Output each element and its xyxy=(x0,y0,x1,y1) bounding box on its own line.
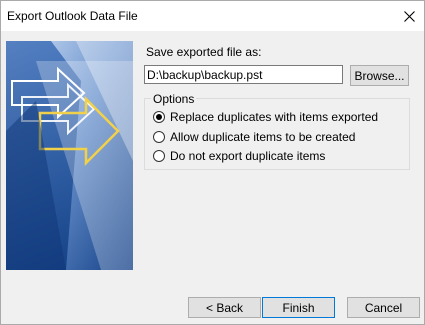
save-as-label: Save exported file as: xyxy=(146,45,262,59)
radio-button-checked[interactable] xyxy=(153,111,165,123)
radio-button[interactable] xyxy=(153,131,165,143)
radio-button[interactable] xyxy=(153,150,165,162)
back-button[interactable]: < Back xyxy=(188,297,261,318)
options-legend: Options xyxy=(151,92,197,106)
radio-replace-duplicates[interactable]: Replace duplicates with items exported xyxy=(153,110,378,124)
close-button[interactable] xyxy=(394,1,424,31)
export-dialog: Export Outlook Data File Save exported f… xyxy=(0,0,425,325)
radio-label: Replace duplicates with items exported xyxy=(170,110,379,124)
radio-allow-duplicates[interactable]: Allow duplicate items to be created xyxy=(153,130,355,144)
file-path-input[interactable] xyxy=(144,65,343,84)
radio-do-not-export-duplicates[interactable]: Do not export duplicate items xyxy=(153,149,325,163)
title-bar: Export Outlook Data File xyxy=(1,1,424,31)
radio-label: Do not export duplicate items xyxy=(170,149,326,163)
finish-button[interactable]: Finish xyxy=(262,297,335,318)
close-icon xyxy=(403,10,415,22)
cancel-button[interactable]: Cancel xyxy=(347,297,420,318)
banner-arrows-graphic xyxy=(6,41,133,270)
radio-label: Allow duplicate items to be created xyxy=(170,130,356,144)
browse-button[interactable]: Browse... xyxy=(350,65,409,86)
wizard-banner-image xyxy=(6,41,133,270)
window-title: Export Outlook Data File xyxy=(7,9,138,23)
